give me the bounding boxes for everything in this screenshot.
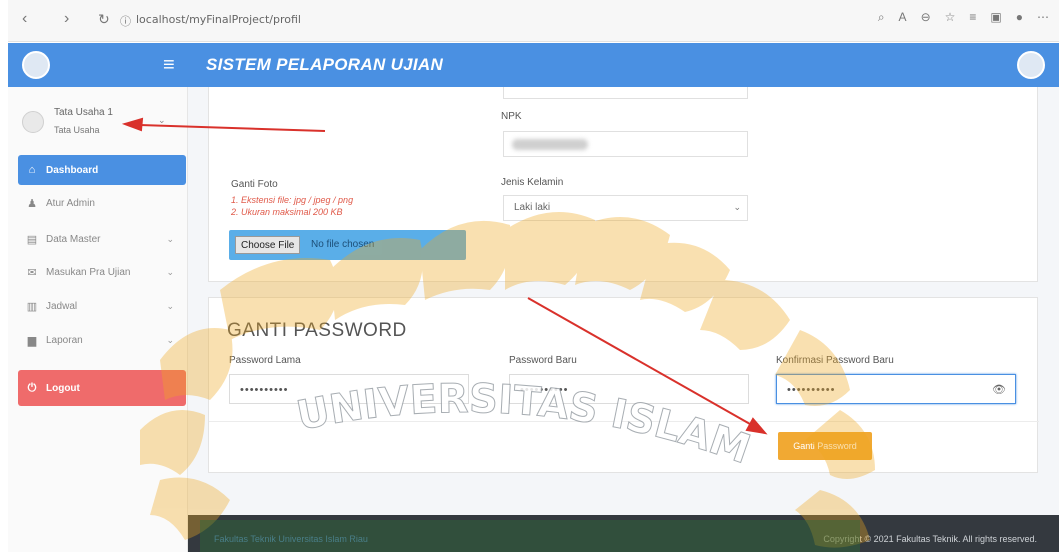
jenis-kelamin-label: Jenis Kelamin: [501, 177, 564, 188]
zoom-icon[interactable]: ⊖: [921, 10, 931, 25]
foto-note: 1. Ekstensi file: jpg / jpeg / png 2. Uk…: [231, 195, 354, 217]
logout-button[interactable]: ⏻ Logout: [18, 370, 186, 406]
old-password-field[interactable]: ••••••••••: [229, 374, 469, 404]
browser-toolbar: ‹ › ↻ ⓘ localhost/myFinalProject/profil …: [8, 0, 1059, 42]
forward-icon[interactable]: ›: [64, 10, 69, 28]
main-content: Ganti Foto 1. Ekstensi file: jpg / jpeg …: [188, 87, 1059, 515]
user-name: Tata Usaha 1: [54, 107, 113, 118]
back-icon[interactable]: ‹: [22, 10, 27, 28]
divider: [209, 421, 1039, 422]
old-password-label: Password Lama: [229, 355, 301, 366]
user-avatar-icon[interactable]: [1017, 51, 1045, 79]
file-icon: ▆: [27, 334, 37, 347]
chevron-down-icon: ⌄: [166, 334, 174, 345]
app-title: SISTEM PELAPORAN UJIAN: [206, 55, 444, 74]
confirm-password-label: Konfirmasi Password Baru: [776, 355, 894, 366]
info-icon[interactable]: ⓘ: [120, 13, 131, 29]
new-password-label: Password Baru: [509, 355, 577, 366]
profile-icon[interactable]: ●: [1016, 10, 1023, 25]
photo-file-input[interactable]: Choose File No file chosen: [229, 230, 466, 260]
footer-link[interactable]: Fakultas Teknik Universitas Islam Riau: [214, 534, 368, 544]
chevron-down-icon: ⌄: [166, 266, 174, 277]
reload-icon[interactable]: ↻: [98, 11, 110, 28]
sidebar-item-label: Dashboard: [46, 164, 99, 176]
npk-redacted-value: [512, 139, 588, 150]
home-icon: ⌂: [28, 164, 36, 176]
sidebar-item-dashboard[interactable]: ⌂ Dashboard: [18, 155, 186, 185]
chevron-down-icon[interactable]: ⌄: [158, 115, 166, 126]
favorites-list-icon[interactable]: ≡: [969, 10, 976, 25]
sidebar-item-label: Atur Admin: [46, 197, 95, 209]
columns-icon: ▥: [26, 300, 38, 313]
eye-icon[interactable]: 👁: [992, 383, 1007, 396]
avatar: [22, 111, 44, 133]
profile-card: Ganti Foto 1. Ekstensi file: jpg / jpeg …: [208, 87, 1038, 282]
app-logo: [22, 51, 50, 79]
mail-icon: ✉: [27, 266, 37, 279]
sidebar-item-label: Masukan Pra Ujian: [46, 266, 131, 278]
favorite-icon[interactable]: ☆: [945, 10, 956, 25]
new-password-field[interactable]: ••••••••••: [509, 374, 749, 404]
sidebar: Tata Usaha 1 Tata Usaha ⌄ ⌂ Dashboard ♟ …: [8, 87, 188, 552]
jenis-kelamin-select[interactable]: Laki laki ⌄: [503, 195, 748, 221]
foto-label: Ganti Foto: [231, 179, 278, 190]
collections-icon[interactable]: ▣: [990, 10, 1001, 25]
sidebar-item-laporan[interactable]: ▆ Laporan ⌄: [18, 325, 186, 355]
user-role: Tata Usaha: [54, 125, 100, 135]
address-bar[interactable]: localhost/myFinalProject/profil: [136, 13, 301, 26]
logout-label: Logout: [46, 382, 80, 394]
chevron-down-icon: ⌄: [166, 233, 174, 244]
confirm-password-value: ••••••••••: [787, 384, 836, 396]
user-panel[interactable]: Tata Usaha 1 Tata Usaha ⌄: [8, 95, 188, 151]
browser-tools: ⌕ A ⊖ ☆ ≡ ▣ ● ⋯: [878, 10, 1049, 25]
jenis-kelamin-value: Laki laki: [514, 202, 551, 213]
section-title: GANTI PASSWORD: [227, 320, 407, 341]
sidebar-item-atur-admin[interactable]: ♟ Atur Admin: [18, 188, 186, 218]
user-icon: ♟: [27, 197, 37, 210]
search-icon[interactable]: ⌕: [878, 10, 885, 25]
sidebar-item-jadwal[interactable]: ▥ Jadwal ⌄: [18, 291, 186, 321]
npk-label: NPK: [501, 111, 522, 122]
file-status: No file chosen: [311, 239, 375, 250]
sidebar-item-label: Laporan: [46, 334, 83, 346]
footer: Fakultas Teknik Universitas Islam Riau C…: [188, 515, 1059, 552]
sidebar-item-masukan-pra-ujian[interactable]: ✉ Masukan Pra Ujian ⌄: [18, 257, 186, 287]
copyright-text: Copyright © 2021 Fakultas Teknik. All ri…: [823, 534, 1037, 544]
hamburger-icon[interactable]: ≡: [163, 54, 175, 77]
more-icon[interactable]: ⋯: [1037, 10, 1049, 25]
power-icon: ⏻: [27, 381, 37, 394]
chevron-down-icon: ⌄: [733, 202, 741, 212]
app-header: ≡ SISTEM PELAPORAN UJIAN: [8, 43, 1059, 87]
sidebar-item-data-master[interactable]: ▤ Data Master ⌄: [18, 224, 186, 254]
npk-field[interactable]: [503, 131, 748, 157]
read-aloud-icon[interactable]: A: [899, 10, 907, 25]
ganti-password-card: GANTI PASSWORD Password Lama •••••••••• …: [208, 297, 1039, 473]
list-icon: ▤: [26, 233, 38, 246]
profile-field-top[interactable]: [503, 87, 748, 99]
chevron-down-icon: ⌄: [166, 300, 174, 311]
ganti-password-button[interactable]: Ganti Password: [778, 432, 872, 460]
sidebar-item-label: Jadwal: [46, 300, 78, 312]
confirm-password-field[interactable]: •••••••••• 👁: [776, 374, 1016, 404]
sidebar-item-label: Data Master: [46, 233, 101, 245]
choose-file-button[interactable]: Choose File: [235, 236, 301, 254]
